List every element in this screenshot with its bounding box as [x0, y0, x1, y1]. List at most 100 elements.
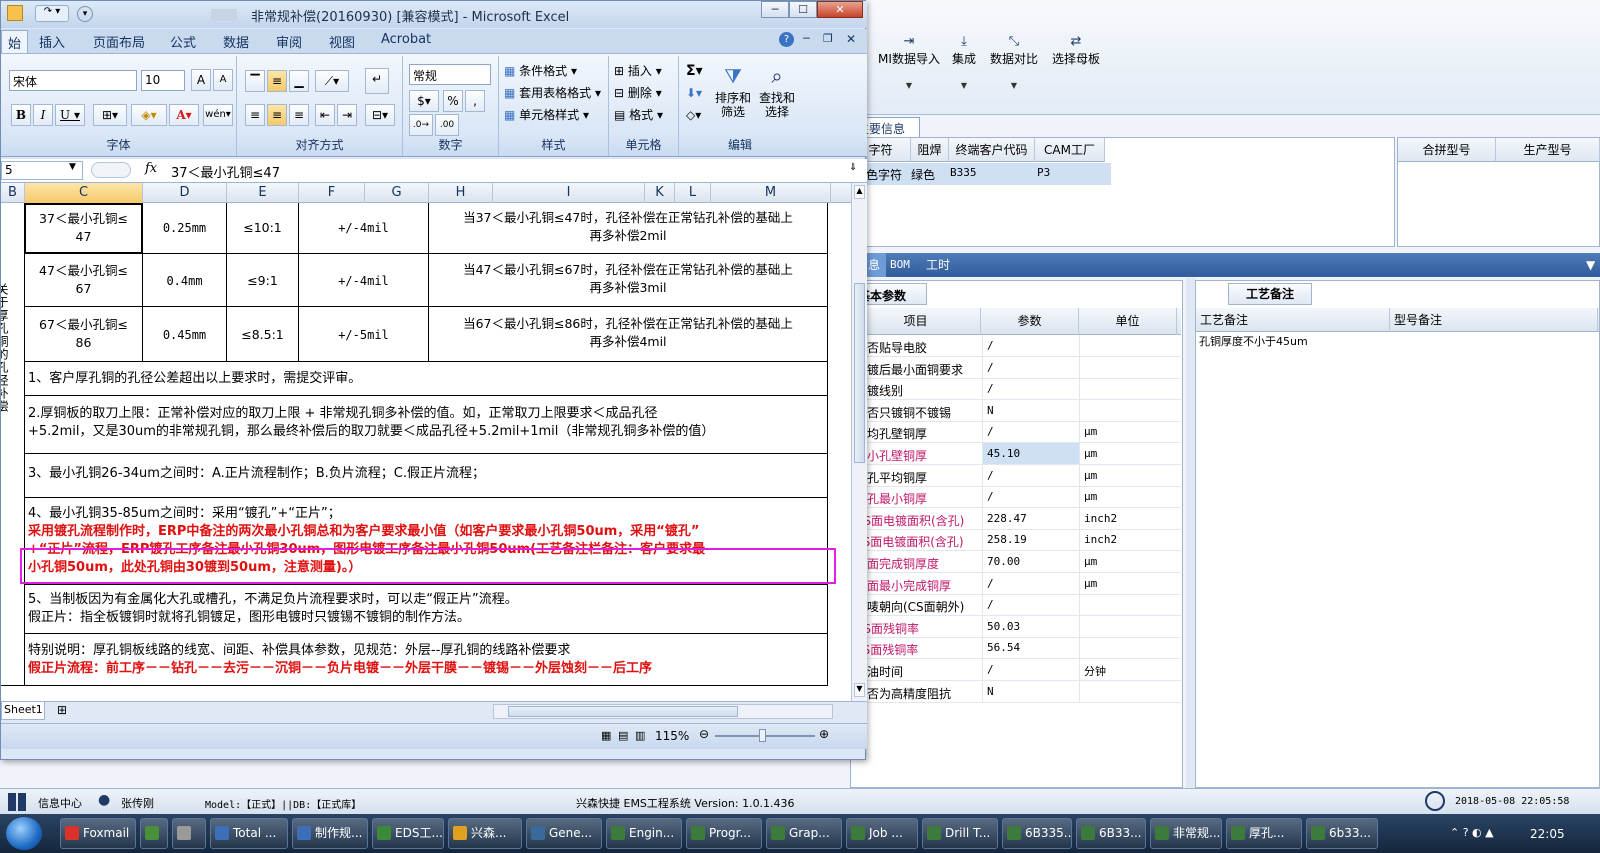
italic-button[interactable]: I [33, 104, 53, 126]
tab-page-layout[interactable]: 页面布局 [93, 32, 145, 51]
conditional-format-button[interactable]: ▦ 条件格式 ▾ [503, 60, 607, 82]
note-3[interactable]: 3、最小孔铜26-34um之间时：A.正片流程制作；B.负片流程；C.假正片流程… [28, 465, 485, 483]
param-value[interactable]: 258.19 [982, 529, 1079, 551]
h-scroll-thumb[interactable] [508, 706, 738, 717]
cell-aspect-ratio[interactable]: ≤9:1 [227, 272, 298, 290]
align-left-button[interactable]: ≡ [245, 104, 265, 126]
grid-header[interactable]: CAM工厂 [1035, 138, 1105, 162]
table-row[interactable]: CS面电镀面积(含孔) 228.47 inch2 [851, 507, 1181, 530]
page-break-view-icon[interactable]: ▥ [635, 729, 645, 742]
param-value[interactable]: / [982, 335, 1079, 356]
align-center-button[interactable]: ≡ [267, 104, 287, 126]
grow-font-button[interactable]: A [191, 69, 211, 91]
note-2-line1[interactable]: 2.厚铜板的取刀上限：正常补偿对应的取刀上限 + 非常规孔铜多补偿的值。如，正常… [28, 405, 658, 423]
formula-input[interactable]: 37＜最小孔铜≤47 [171, 162, 280, 181]
col-header-model-remark[interactable]: 型号备注 [1390, 308, 1598, 332]
taskbar-button[interactable]: Gene... [526, 818, 602, 849]
increase-indent-button[interactable]: ⇥ [337, 104, 357, 126]
note-special[interactable]: 特别说明：厚孔铜板线路的线宽、间距、补偿具体参数，见规范：外层--厚孔铜的线路补… [28, 642, 570, 660]
undo-icon[interactable] [7, 5, 23, 21]
toolbar-select-motherboard-button[interactable]: ⇄ 选择母板 [1046, 34, 1106, 67]
zoom-in-icon[interactable]: ⊕ [819, 727, 829, 741]
redo-icon[interactable]: ↷ ▾ [35, 5, 69, 22]
merge-center-button[interactable]: ⊟▾ [365, 104, 395, 126]
col-header-process-remark[interactable]: 工艺备注 [1196, 308, 1390, 332]
expand-formula-icon[interactable]: ⇓ [849, 162, 857, 173]
col-header-f[interactable]: F [299, 183, 365, 203]
taskbar-button[interactable]: Drill T... [922, 818, 998, 849]
toolbar-integrate-button[interactable]: ⤓ 集成 ▼ [946, 34, 982, 90]
param-value[interactable]: N [982, 680, 1079, 702]
param-value[interactable]: / [982, 421, 1079, 443]
cell-tolerance[interactable]: +/-5mil [299, 326, 428, 344]
taskbar-button[interactable]: 6b33... [1306, 818, 1378, 849]
table-row[interactable]: 电镀后最小面铜要求 / [851, 356, 1181, 379]
sheet-tab[interactable]: Sheet1 [1, 702, 45, 720]
font-size-select[interactable]: 10 [141, 70, 185, 91]
close-button[interactable]: ✕ [817, 1, 863, 18]
align-top-button[interactable]: ▔ [245, 70, 265, 92]
grid-cell[interactable]: B335 [950, 166, 977, 179]
param-value[interactable]: 50.03 [982, 615, 1079, 637]
help-icon[interactable]: ? [779, 32, 794, 47]
cell-tolerance[interactable]: +/-4mil [299, 219, 428, 237]
taskbar-button[interactable]: 制作规... [292, 818, 368, 849]
table-row[interactable]: 电镀线别 / [851, 378, 1181, 401]
wrap-text-button[interactable]: ↵ [365, 68, 389, 94]
param-value[interactable]: / [982, 356, 1079, 378]
cell-styles-button[interactable]: ▦ 单元格样式 ▾ [503, 104, 607, 126]
cell-drill-size[interactable]: 0.4mm [143, 272, 226, 290]
table-row[interactable]: 表面最小完成铜厚 / μm [851, 572, 1181, 595]
tab-formulas[interactable]: 公式 [170, 32, 196, 51]
shrink-font-button[interactable]: A [213, 69, 233, 91]
taskbar-button[interactable]: EDS工... [372, 818, 444, 849]
tray-icons[interactable]: ⌃ ? ◐ ▲ [1450, 826, 1494, 839]
toolbar-compare-button[interactable]: ⤡ 数据对比 ▼ [987, 34, 1041, 90]
bold-button[interactable]: B [11, 104, 31, 126]
zoom-level[interactable]: 115% [655, 729, 689, 743]
restore-icon[interactable]: ❐ [823, 32, 833, 45]
note-2-line2[interactable]: +5.2mil，又是30um的非常规孔铜，那么最终补偿后的取刀就要＜成品孔径+5… [28, 423, 714, 441]
note-5-line2[interactable]: 假正片：指全板镀铜时就将孔铜镀足，图形电镀时只镀锡不镀铜的制作方法。 [28, 609, 470, 627]
zoom-slider-thumb[interactable] [759, 729, 766, 742]
tab-insert[interactable]: 插入 [39, 32, 65, 51]
grid-header[interactable]: 合拼型号 [1398, 138, 1496, 162]
table-row[interactable]: SS面电镀面积(含孔) 258.19 inch2 [851, 529, 1181, 552]
worksheet[interactable]: 关于厚孔铜的孔径补偿 37＜最小孔铜≤ 47 0.25mm ≤10:1 +/-4… [1, 203, 851, 701]
grid-cell[interactable]: P3 [1037, 166, 1050, 179]
cell-drill-size[interactable]: 0.45mm [143, 326, 226, 344]
font-name-select[interactable]: 宋体 [9, 70, 137, 91]
col-header-l[interactable]: L [675, 183, 711, 203]
align-bottom-button[interactable]: ▁ [289, 70, 309, 92]
cell-aspect-ratio[interactable]: ≤8.5:1 [227, 326, 298, 344]
col-header-i[interactable]: I [493, 183, 645, 203]
decrease-decimal-button[interactable]: .00 [435, 114, 459, 136]
param-value[interactable]: 228.47 [982, 507, 1079, 529]
col-header-b[interactable]: B [1, 183, 25, 203]
page-layout-view-icon[interactable]: ▤ [618, 729, 628, 742]
col-header-k[interactable]: K [645, 183, 675, 203]
clear-button[interactable]: ◇▾ [685, 104, 709, 126]
cell-compensation-note[interactable]: 当67＜最小孔铜≤86时，孔径补偿在正常钻孔补偿的基础上 再多补偿4mil [429, 315, 827, 351]
grid-cell[interactable]: 绿色 [911, 166, 935, 183]
param-value[interactable]: 45.10 [982, 443, 1079, 464]
close-icon[interactable]: ✕ [846, 32, 856, 46]
delete-cells-button[interactable]: ⊟ 删除 ▾ [613, 82, 677, 104]
table-row[interactable]: 盲孔平均铜厚 / μm [851, 464, 1181, 487]
table-row[interactable]: 表面完成铜厚度 70.00 μm [851, 551, 1181, 573]
table-row[interactable]: 盲孔最小铜厚 / μm [851, 486, 1181, 509]
underline-button[interactable]: U ▾ [55, 104, 85, 126]
taskbar-button[interactable] [172, 818, 206, 849]
note-false-positive-flow[interactable]: 假正片流程：前工序－－钻孔－－去污－－沉铜－－负片电镀－－外层干膜－－镀锡－－外… [28, 660, 652, 678]
cell-drill-size[interactable]: 0.25mm [143, 219, 226, 237]
param-value[interactable]: 56.54 [982, 637, 1079, 659]
note-1[interactable]: 1、客户厚孔铜的孔径公差超出以上要求时，需提交评审。 [28, 370, 361, 388]
cell-compensation-note[interactable]: 当37＜最小孔铜≤47时，孔径补偿在正常钻孔补偿的基础上 再多补偿2mil [429, 209, 827, 245]
tab-acrobat[interactable]: Acrobat [381, 32, 431, 47]
insert-sheet-icon[interactable]: ⊞ [57, 703, 67, 717]
scroll-up-icon[interactable]: ▲ [854, 185, 865, 199]
vertical-scrollbar[interactable]: ▲ ▼ [851, 183, 867, 701]
align-middle-button[interactable]: ≡ [267, 70, 287, 92]
taskbar-button[interactable]: 厚孔... [1226, 818, 1302, 849]
param-value[interactable]: / [982, 594, 1079, 616]
